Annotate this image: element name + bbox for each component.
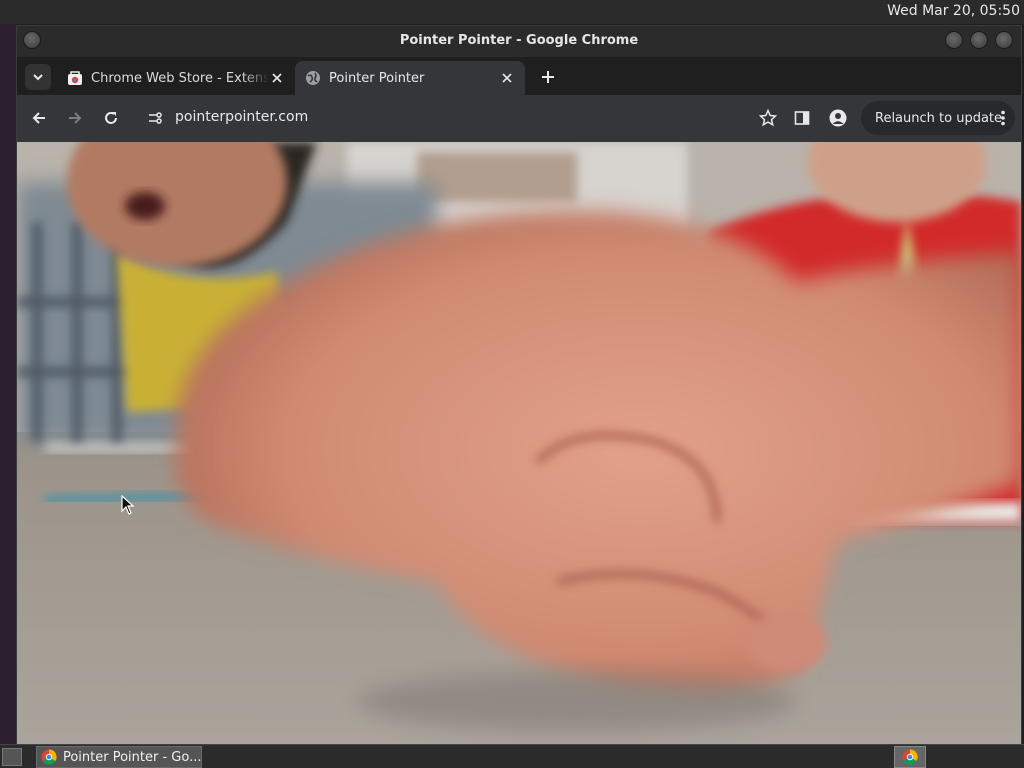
show-desktop-icon[interactable] [2,748,22,766]
chrome-window: Pointer Pointer - Google Chrome Chrome W… [16,25,1022,744]
clock[interactable]: Wed Mar 20, 05:50 [887,3,1020,19]
profile-avatar-icon [829,109,847,127]
close-tab-icon[interactable] [499,70,515,86]
tab-strip: Chrome Web Store - Extensions Pointer Po… [17,57,1021,95]
reload-icon [105,112,117,124]
tab-chrome-web-store[interactable]: Chrome Web Store - Extensions [57,61,295,95]
tab-pointer-pointer[interactable]: Pointer Pointer [295,61,525,95]
globe-icon [306,71,320,85]
bookmark-star-icon[interactable] [758,108,778,131]
photo-of-finger-pointing[interactable] [17,142,1021,744]
reload-button[interactable] [99,106,123,130]
maximize-button[interactable] [970,31,988,49]
forward-button[interactable] [63,106,87,130]
site-info-icon[interactable] [147,110,163,130]
close-tab-icon[interactable] [269,70,285,86]
tab-label: Chrome Web Store - Extensions [91,70,269,86]
plus-icon [542,71,554,83]
chevron-down-icon [33,74,43,81]
page-content[interactable] [17,142,1021,744]
taskbar: Pointer Pointer - Go... [0,744,1024,768]
web-store-icon [68,71,82,85]
taskbar-chrome-button[interactable]: Pointer Pointer - Go... [36,746,202,768]
desktop-left-edge [0,24,16,744]
tray-chrome-icon[interactable] [894,746,926,768]
relaunch-to-update-button[interactable]: Relaunch to update [861,101,1015,135]
desktop-top-bar: Wed Mar 20, 05:50 [0,0,1024,24]
tab-search-button[interactable] [25,64,51,90]
close-window-button[interactable] [995,31,1013,49]
relaunch-label: Relaunch to update [875,110,1003,126]
new-tab-button[interactable] [537,66,559,88]
profile-button[interactable] [826,106,850,130]
side-panel-icon [794,111,810,125]
arrow-right-icon [69,112,82,124]
address-bar[interactable]: pointerpointer.com [135,102,778,134]
minimize-button[interactable] [945,31,963,49]
title-bar[interactable]: Pointer Pointer - Google Chrome [17,26,1021,57]
more-menu-icon[interactable] [1001,110,1005,130]
navigation-toolbar: pointerpointer.com Relaunch to update [17,95,1021,142]
window-title: Pointer Pointer - Google Chrome [399,33,639,48]
back-button[interactable] [27,106,51,130]
chrome-icon [41,749,57,765]
side-panel-button[interactable] [790,106,814,130]
arrow-left-icon [32,112,45,124]
tab-label: Pointer Pointer [329,70,425,86]
taskbar-chrome-label: Pointer Pointer - Go... [62,749,201,765]
url-text[interactable]: pointerpointer.com [175,109,308,125]
mouse-pointer-icon [121,494,135,519]
